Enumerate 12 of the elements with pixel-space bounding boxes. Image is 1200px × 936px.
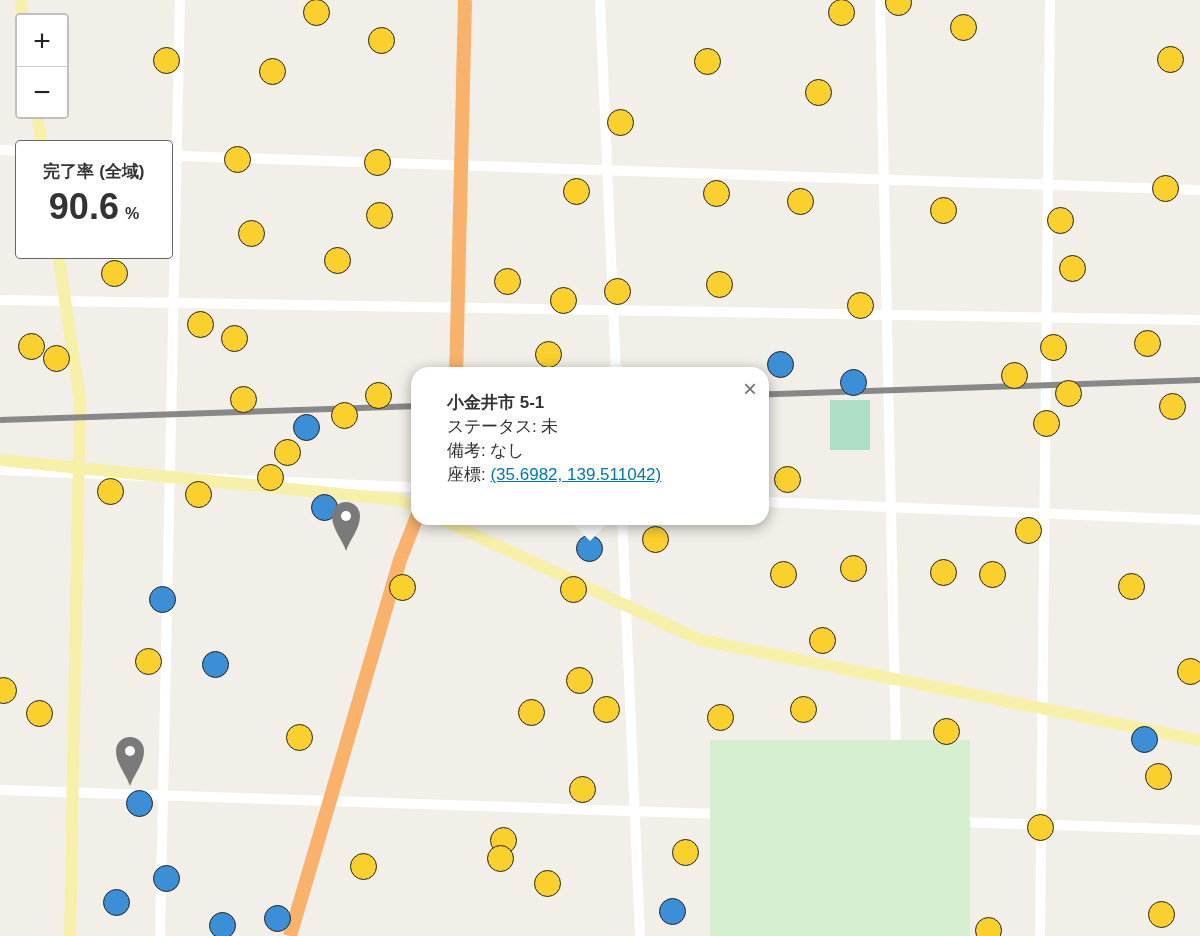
completion-rate-value: 90.6 — [48, 185, 119, 227]
map-pin-icon[interactable] — [115, 736, 145, 786]
popup-text: 備考: なし — [447, 440, 526, 463]
coordinate-label: 座標: — [447, 465, 487, 485]
close-button[interactable]: × — [739, 375, 761, 403]
popup-title: 小金井市 5-1 — [447, 392, 546, 414]
percent-unit: % — [124, 204, 140, 222]
popup-text: ステータス: 未 — [447, 416, 560, 439]
zoom-button[interactable]: − — [17, 66, 67, 117]
coordinate-link[interactable]: (35.6982, 139.511042) — [490, 465, 662, 485]
map-pin-icon[interactable] — [331, 501, 361, 551]
panel-title: 完了率 (全域) — [42, 161, 146, 183]
